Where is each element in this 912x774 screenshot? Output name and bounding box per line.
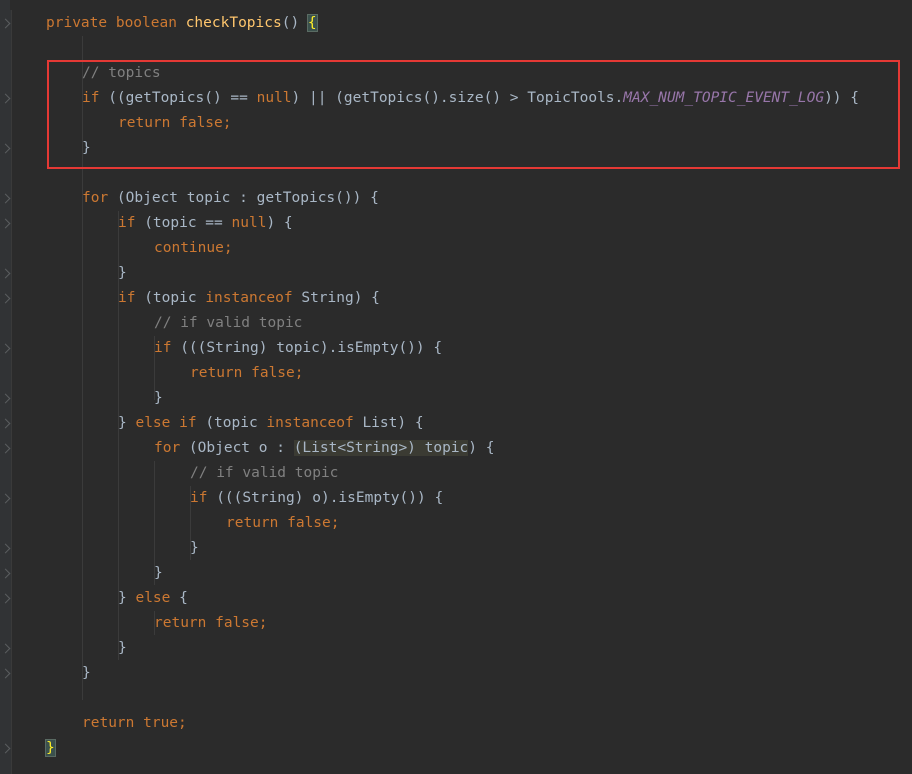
code-token: }	[82, 665, 91, 681]
code-token: else	[135, 590, 180, 606]
code-token: }	[154, 390, 163, 406]
code-token: return false;	[226, 515, 340, 531]
code-line[interactable]: for (Object topic : getTopics()) {	[82, 186, 379, 211]
code-token: return false;	[190, 365, 304, 381]
code-line[interactable]: continue;	[154, 236, 233, 261]
code-token: (((String) o).isEmpty()) {	[216, 490, 444, 506]
code-token: (topic	[205, 415, 267, 431]
code-line[interactable]: return false;	[226, 511, 340, 536]
code-line[interactable]: return true;	[82, 711, 187, 736]
code-token: ) {	[468, 440, 495, 456]
code-token: }	[118, 265, 127, 281]
code-token: (List<String>) topic	[293, 440, 469, 456]
code-line[interactable]: }	[82, 661, 91, 686]
code-line[interactable]: // if valid topic	[154, 311, 302, 336]
code-line[interactable]: return false;	[154, 611, 268, 636]
code-line[interactable]: for (Object o : (List<String>) topic) {	[154, 436, 495, 461]
code-token: {	[179, 590, 188, 606]
code-line[interactable]: if (topic instanceof String) {	[118, 286, 380, 311]
code-token: for	[82, 190, 117, 206]
code-token: checkTopics	[185, 15, 282, 31]
code-token: if	[154, 340, 181, 356]
code-line[interactable]: if (topic == null) {	[118, 211, 293, 236]
code-token: }	[190, 540, 199, 556]
code-line[interactable]: }	[118, 636, 127, 661]
code-token: instanceof	[266, 415, 363, 431]
code-token: return true;	[82, 715, 187, 731]
code-token: instanceof	[205, 290, 302, 306]
code-token: if	[118, 290, 145, 306]
code-token: ()	[281, 15, 308, 31]
highlight-box	[47, 60, 900, 169]
code-token: if	[190, 490, 217, 506]
code-token: }	[154, 565, 163, 581]
code-line[interactable]: }	[190, 536, 199, 561]
code-token: return false;	[154, 615, 268, 631]
code-token: (topic ==	[144, 215, 232, 231]
code-line[interactable]: }	[154, 386, 163, 411]
code-token: List) {	[362, 415, 424, 431]
code-token: private boolean	[46, 15, 186, 31]
code-line[interactable]: } else if (topic instanceof List) {	[118, 411, 424, 436]
code-editor[interactable]: private boolean checkTopics() {// topics…	[0, 0, 912, 774]
code-token: continue;	[154, 240, 233, 256]
code-line[interactable]: }	[118, 261, 127, 286]
code-token: (((String) topic).isEmpty()) {	[180, 340, 443, 356]
code-token: else if	[135, 415, 206, 431]
code-token: String) {	[301, 290, 380, 306]
code-line[interactable]: // if valid topic	[190, 461, 338, 486]
code-line[interactable]: }	[45, 736, 56, 761]
code-token: {	[306, 14, 318, 32]
code-line[interactable]: if (((String) o).isEmpty()) {	[190, 486, 443, 511]
code-line[interactable]: } else {	[118, 586, 188, 611]
code-line[interactable]: return false;	[190, 361, 304, 386]
code-line[interactable]: }	[154, 561, 163, 586]
code-token: }	[118, 415, 136, 431]
code-token: // if valid topic	[190, 465, 339, 481]
code-token: for	[154, 440, 189, 456]
code-token: (Object topic : getTopics()) {	[116, 190, 379, 206]
code-token: }	[45, 739, 56, 757]
code-line[interactable]: if (((String) topic).isEmpty()) {	[154, 336, 442, 361]
code-token: }	[118, 640, 127, 656]
code-token: null	[231, 215, 267, 231]
code-token: ) {	[266, 215, 293, 231]
code-token: // if valid topic	[154, 315, 303, 331]
code-line[interactable]: private boolean checkTopics() {	[46, 11, 318, 36]
code-token: if	[118, 215, 145, 231]
code-token: (topic	[144, 290, 206, 306]
previous-line-strip	[10, 0, 912, 10]
code-token: }	[118, 590, 136, 606]
code-token: (Object o :	[188, 440, 294, 456]
